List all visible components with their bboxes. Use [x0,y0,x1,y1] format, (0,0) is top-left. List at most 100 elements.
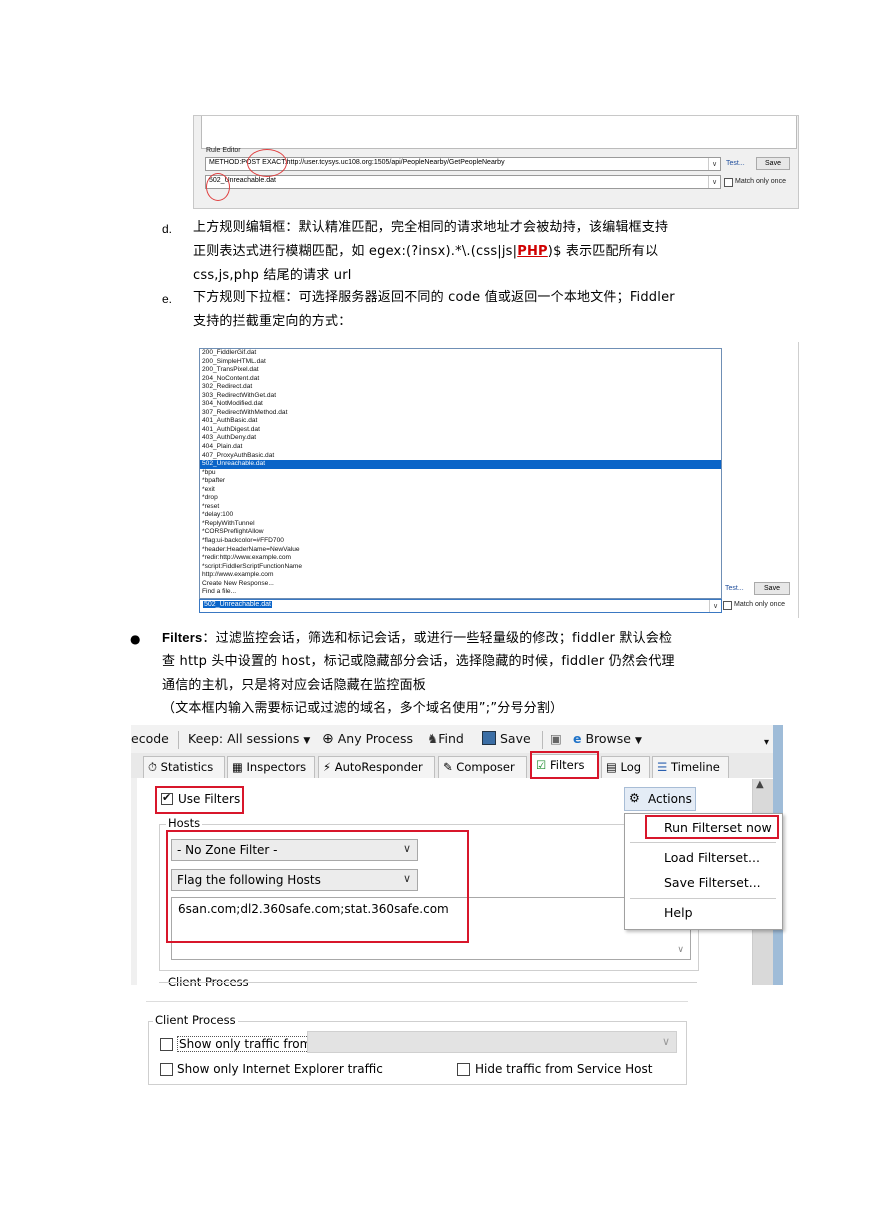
list-item[interactable]: 303_RedirectWithGet.dat [200,392,721,401]
match-once-checkbox[interactable] [724,178,733,187]
list-item[interactable]: *CORSPreflightAllow [200,528,721,537]
filters-note: （文本框内输入需要标记或过滤的域名，多个域名使用”;”分号分割） [162,701,564,716]
list-item[interactable]: http://www.example.com [200,571,721,580]
save-toolbar-button[interactable]: Save [482,731,531,746]
match-once-checkbox[interactable] [723,601,732,610]
group-divider [159,982,697,983]
show-only-ie-checkbox[interactable] [160,1063,173,1076]
list-item[interactable]: *exit [200,486,721,495]
browse-button[interactable]: e Browse ▼ [573,731,642,746]
test-link[interactable]: Test... [725,585,744,592]
lightning-icon: ⚡ [323,760,332,774]
tab-log[interactable]: ▤ Log [601,756,650,778]
show-only-ie-label: Show only Internet Explorer traffic [177,1062,383,1076]
hide-service-host-checkbox[interactable] [457,1063,470,1076]
list-item[interactable]: Find a file... [200,588,721,597]
dropdown-arrow-icon: ▼ [634,736,642,746]
gear-icon: ⚙ [629,791,640,805]
list-item[interactable]: 204_NoContent.dat [200,375,721,384]
list-item[interactable]: *ReplyWithTunnel [200,520,721,529]
menu-save-filterset[interactable]: Save Filterset... [664,875,761,890]
pencil-icon: ✎ [443,760,453,774]
tab-composer[interactable]: ✎ Composer [438,756,527,778]
tab-timeline[interactable]: ☰ Timeline [652,756,729,778]
item-e-marker: e. [162,292,173,306]
scroll-down-icon[interactable]: ∨ [677,945,684,955]
chevron-down-icon[interactable]: ∨ [708,158,720,170]
bullet-icon: ● [130,632,141,646]
response-rule-input[interactable]: 502_Unreachable.dat ∨ [199,599,722,613]
list-item[interactable]: Create New Response... [200,580,721,589]
test-link[interactable]: Test... [726,160,745,167]
list-item[interactable]: 401_AuthBasic.dat [200,417,721,426]
list-item[interactable]: 404_Plain.dat [200,443,721,452]
scroll-up-icon[interactable]: ▲ [756,779,764,790]
item-e-line1: 下方规则下拉框：可选择服务器返回不同的 code 值或返回一个本地文件；Fidd… [193,290,675,305]
rule-editor-screenshot: Rule Editor METHOD:POST EXACT:http://use… [193,115,799,209]
list-item[interactable]: 302_Redirect.dat [200,383,721,392]
menu-load-filterset[interactable]: Load Filterset... [664,850,760,865]
list-item[interactable]: 200_TransPixel.dat [200,366,721,375]
filters-title: Filters [162,630,203,645]
list-item[interactable]: 304_NotModified.dat [200,400,721,409]
tab-statistics[interactable]: ⏱ Statistics [143,756,225,778]
filters-tab-highlight [530,751,599,779]
list-item[interactable]: *script:FiddlerScriptFunctionName [200,563,721,572]
menu-separator [630,842,776,843]
use-filters-highlight [155,786,244,814]
log-icon: ▤ [606,760,617,774]
list-item[interactable]: *redir:http://www.example.com [200,554,721,563]
inspect-icon: ▦ [232,760,243,774]
process-select[interactable]: ∨ [307,1031,677,1053]
any-process-button[interactable]: ⊕ Any Process [322,731,413,747]
php-highlight: PHP [517,244,548,259]
item-d-line1: 上方规则编辑框：默认精准匹配，完全相同的请求地址才会被劫持，该编辑框支持 [193,220,669,235]
tab-autoresponder[interactable]: ⚡ AutoResponder [318,756,435,778]
list-item[interactable]: 403_AuthDeny.dat [200,434,721,443]
chevron-down-icon: ∨ [661,1035,670,1048]
list-item[interactable]: *bpafter [200,477,721,486]
response-rule-input[interactable]: 502_Unreachable.dat ∨ [205,175,721,189]
dropdown-screenshot: 200_FiddlerGif.dat 200_SimpleHTML.dat 200_… [196,342,799,618]
save-button[interactable]: Save [756,157,790,170]
decode-button[interactable]: ecode [131,731,169,746]
list-item[interactable]: *flag:ui-backcolor=#FFD700 [200,537,721,546]
menu-separator [630,898,776,899]
find-button[interactable]: ♞Find [427,731,464,746]
list-item[interactable]: *header:HeaderName=NewValue [200,546,721,555]
list-item[interactable]: 502_Unreachable.dat [200,460,721,469]
dropdown-arrow-icon: ▼ [303,736,311,746]
screenshot-icon[interactable]: ▣ [550,731,562,746]
list-item[interactable]: *reset [200,503,721,512]
list-item[interactable]: 407_ProxyAuthBasic.dat [200,452,721,461]
annotation-circle [247,149,287,177]
rule-editor-label: Rule Editor [206,147,241,154]
response-dropdown-list[interactable]: 200_FiddlerGif.dat 200_SimpleHTML.dat 200_… [199,348,722,599]
list-item[interactable]: 200_SimpleHTML.dat [200,358,721,367]
filters-line1: Filters：过滤监控会话，筛选和标记会话，或进行一些轻量级的修改；fiddl… [162,630,673,646]
item-d-line3: css,js,php 结尾的请求 url [193,268,352,283]
save-button[interactable]: Save [754,582,790,595]
tab-inspectors[interactable]: ▦ Inspectors [227,756,315,778]
hosts-group-label: Hosts [166,816,203,830]
show-only-traffic-checkbox[interactable] [160,1038,173,1051]
menu-help[interactable]: Help [664,905,693,920]
binoculars-icon: ♞ [427,731,439,746]
list-item[interactable]: 401_AuthDigest.dat [200,426,721,435]
list-item[interactable]: 307_RedirectWithMethod.dat [200,409,721,418]
list-item[interactable]: *delay:100 [200,511,721,520]
chevron-down-icon[interactable]: ∨ [709,600,721,612]
annotation-circle [206,173,230,201]
actions-button[interactable]: ⚙ Actions [624,787,696,811]
list-item[interactable]: *bpu [200,469,721,478]
toolbar-divider [542,731,543,749]
crosshair-icon: ⊕ [322,731,334,747]
chevron-down-icon[interactable]: ∨ [708,176,720,188]
list-item[interactable]: 200_FiddlerGif.dat [200,349,721,358]
toolbar-overflow-icon[interactable]: ▾ [764,737,769,748]
filters-line2: 查 http 头中设置的 host，标记或隐藏部分会话，选择隐藏的时候，fidd… [162,654,675,669]
ie-icon: e [573,731,582,746]
stopwatch-icon: ⏱ [148,760,157,774]
list-item[interactable]: *drop [200,494,721,503]
keep-sessions-dropdown[interactable]: Keep: All sessions ▼ [188,731,310,746]
